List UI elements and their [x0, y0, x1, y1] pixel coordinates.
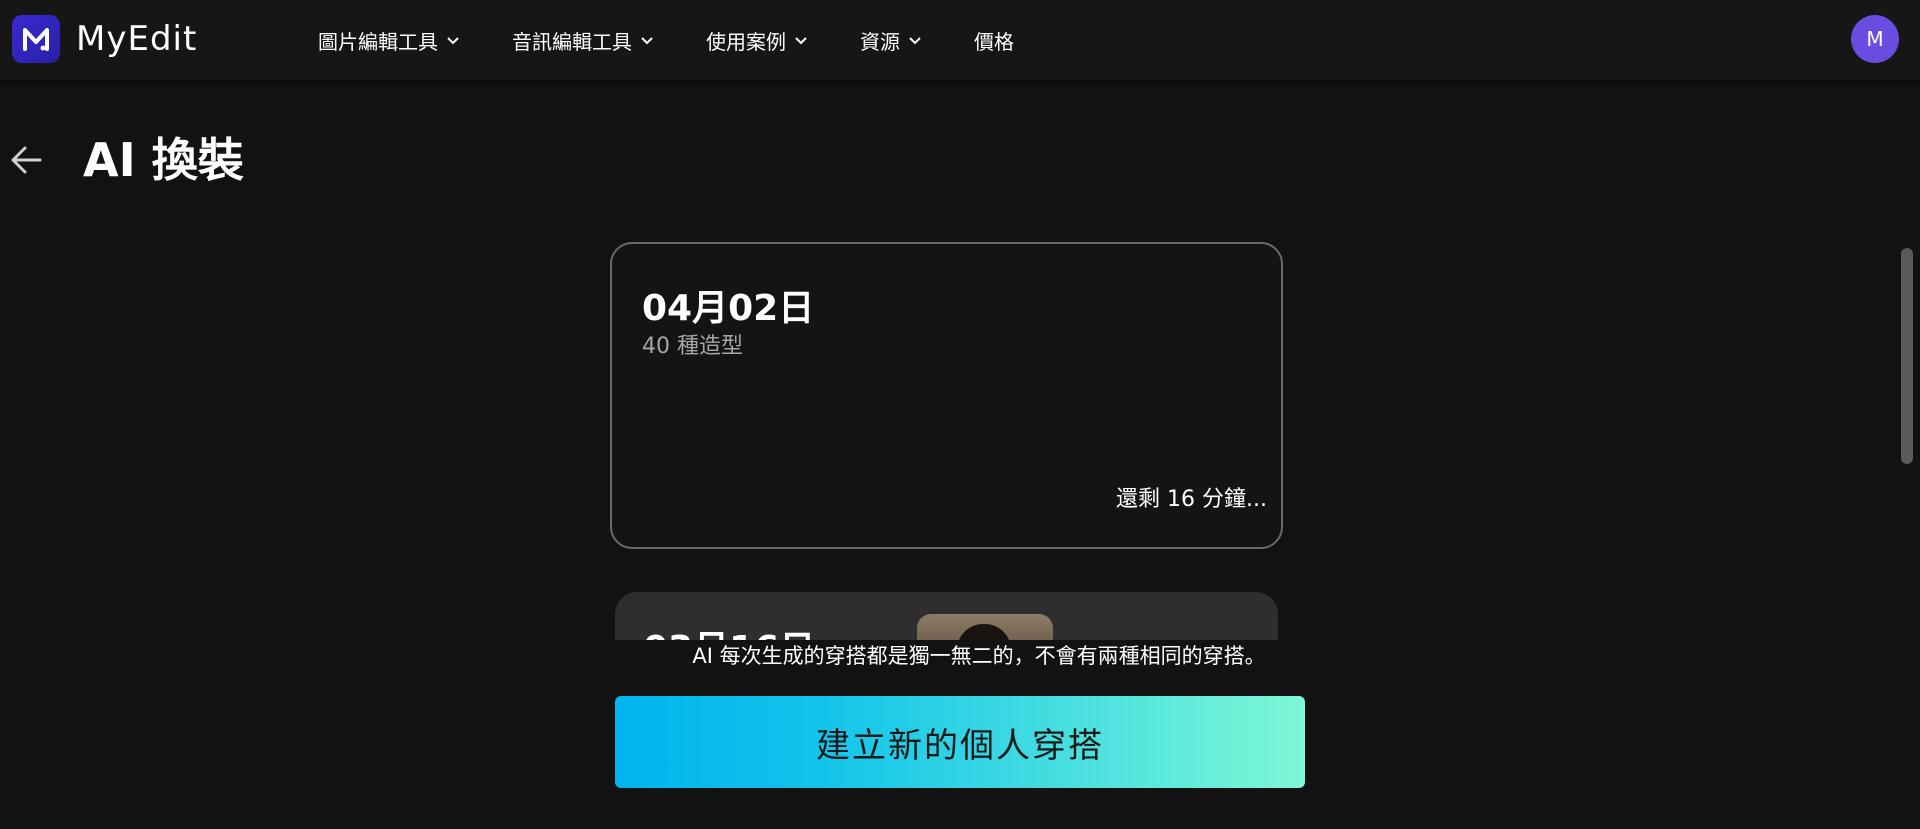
- nav-audio-tools[interactable]: 音訊編輯工具: [512, 26, 654, 55]
- outfit-job-card[interactable]: 04月02日 40 種造型 還剩 16 分鐘...: [610, 242, 1283, 549]
- chevron-down-icon: [909, 37, 921, 45]
- job-date: 04月02日: [642, 288, 815, 329]
- back-button[interactable]: [6, 140, 46, 180]
- chevron-down-icon: [795, 37, 807, 45]
- brand-name: MyEdit: [76, 19, 198, 59]
- arrow-left-icon: [11, 146, 42, 174]
- nav-use-cases-label: 使用案例: [706, 29, 786, 54]
- job-style-count: 40 種造型: [642, 334, 743, 359]
- myedit-logo-icon: [12, 15, 60, 63]
- nav-pricing-label: 價格: [974, 29, 1014, 54]
- user-avatar[interactable]: M: [1851, 15, 1899, 63]
- nav-image-tools-label: 圖片編輯工具: [318, 29, 438, 54]
- nav-image-tools[interactable]: 圖片編輯工具: [318, 26, 460, 55]
- nav-pricing[interactable]: 價格: [974, 26, 1014, 55]
- nav-resources[interactable]: 資源: [860, 26, 922, 55]
- chevron-down-icon: [641, 37, 653, 45]
- uniqueness-notice: AI 每次生成的穿搭都是獨一無二的，不會有兩種相同的穿搭。: [692, 644, 1266, 668]
- nav-resources-label: 資源: [860, 29, 900, 54]
- top-navigation-bar: MyEdit 圖片編輯工具 音訊編輯工具 使用案例 資源 價格 M: [0, 0, 1920, 80]
- main-nav: 圖片編輯工具 音訊編輯工具 使用案例 資源 價格: [318, 0, 1066, 80]
- chevron-down-icon: [447, 37, 459, 45]
- job-time-remaining: 還剩 16 分鐘...: [1116, 487, 1267, 512]
- nav-use-cases[interactable]: 使用案例: [706, 26, 808, 55]
- nav-audio-tools-label: 音訊編輯工具: [512, 29, 632, 54]
- page-title: AI 換裝: [83, 133, 244, 187]
- create-new-outfit-button[interactable]: 建立新的個人穿搭: [615, 696, 1305, 788]
- brand-logo-link[interactable]: MyEdit: [12, 14, 197, 64]
- scrollbar-thumb[interactable]: [1901, 248, 1913, 464]
